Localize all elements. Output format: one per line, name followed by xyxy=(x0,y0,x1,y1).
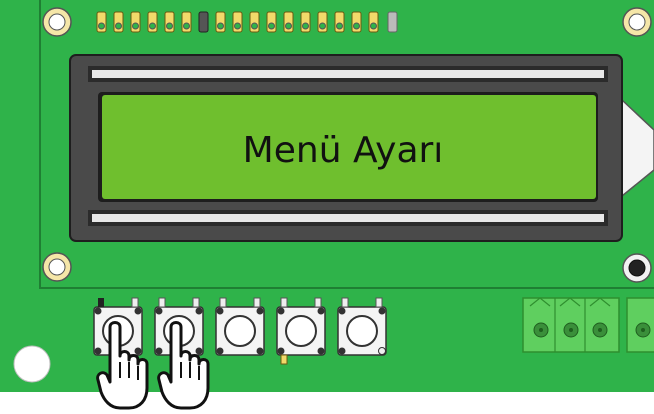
mounting-hole-icon xyxy=(13,345,51,383)
mounting-hole-icon xyxy=(622,253,652,283)
button-3[interactable] xyxy=(215,297,265,356)
mounting-hole-icon xyxy=(622,7,652,37)
mounting-hole-icon xyxy=(42,252,72,282)
lcd-display-text: Menü Ayarı xyxy=(243,130,444,171)
mounting-hole-icon xyxy=(42,7,72,37)
button-4[interactable] xyxy=(276,297,326,365)
button-5[interactable] xyxy=(337,297,387,356)
lcd-keypad-shield: Menü Ayarı xyxy=(0,0,654,410)
terminal-block-icon xyxy=(522,297,654,353)
